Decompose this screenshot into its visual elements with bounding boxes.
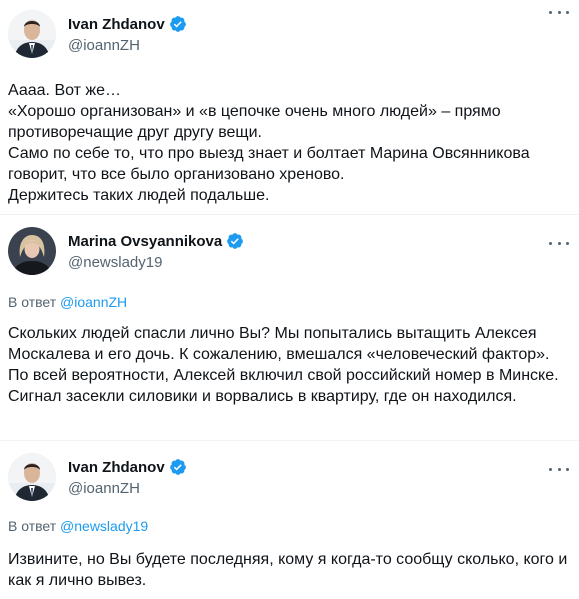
verified-badge-icon [169,16,186,32]
reply-prefix: В ответ [8,518,57,534]
tweet-text-line: Само по себе то, что про выезд знает и б… [8,145,530,183]
tweet-text-line: Аааа. Вот же… [8,82,122,99]
tweet-1-text: Аааа. Вот же… «Хорошо организован» и «в … [8,80,569,206]
reply-context: В ответ @newslady19 [8,518,148,534]
avatar[interactable] [8,227,56,275]
man-in-suit-avatar-icon [8,10,56,58]
tweet-3-text: Извините, но Вы будете последняя, кому я… [8,551,568,589]
tweet-1: Ivan Zhdanov @ioannZH Аааа. Вот же… «Хор… [0,0,579,210]
tweet-2-author[interactable]: Marina Ovsyannikova @newslady19 [8,227,244,275]
tweet-1-author[interactable]: Ivan Zhdanov @ioannZH [8,10,187,58]
handle[interactable]: @newslady19 [68,253,244,273]
reply-context: В ответ @ioannZH [8,294,127,310]
display-name[interactable]: Ivan Zhdanov [68,459,165,476]
handle[interactable]: @ioannZH [68,36,187,56]
display-name[interactable]: Marina Ovsyannikova [68,233,222,250]
reply-mention-link[interactable]: @ioannZH [60,294,127,310]
reply-mention-link[interactable]: @newslady19 [60,518,148,534]
tweet-3: Ivan Zhdanov @ioannZH В ответ @newslady1… [0,441,579,599]
tweet-3-author[interactable]: Ivan Zhdanov @ioannZH [8,453,187,501]
more-options-icon[interactable] [549,6,569,18]
more-options-icon[interactable] [549,463,569,475]
display-name[interactable]: Ivan Zhdanov [68,16,165,33]
man-in-suit-avatar-icon [8,453,56,501]
tweet-text-line: «Хорошо организован» и «в цепочке очень … [8,103,501,141]
avatar[interactable] [8,453,56,501]
avatar[interactable] [8,10,56,58]
reply-prefix: В ответ [8,294,57,310]
woman-blonde-avatar-icon [8,227,56,275]
tweet-text-line: Держитесь таких людей подальше. [8,187,270,204]
tweet-2: Marina Ovsyannikova @newslady19 В ответ … [0,215,579,445]
verified-badge-icon [227,233,244,249]
handle[interactable]: @ioannZH [68,479,187,499]
verified-badge-icon [169,459,186,475]
tweet-2-text: Скольких людей спасли лично Вы? Мы попыт… [8,325,559,405]
more-options-icon[interactable] [549,237,569,249]
